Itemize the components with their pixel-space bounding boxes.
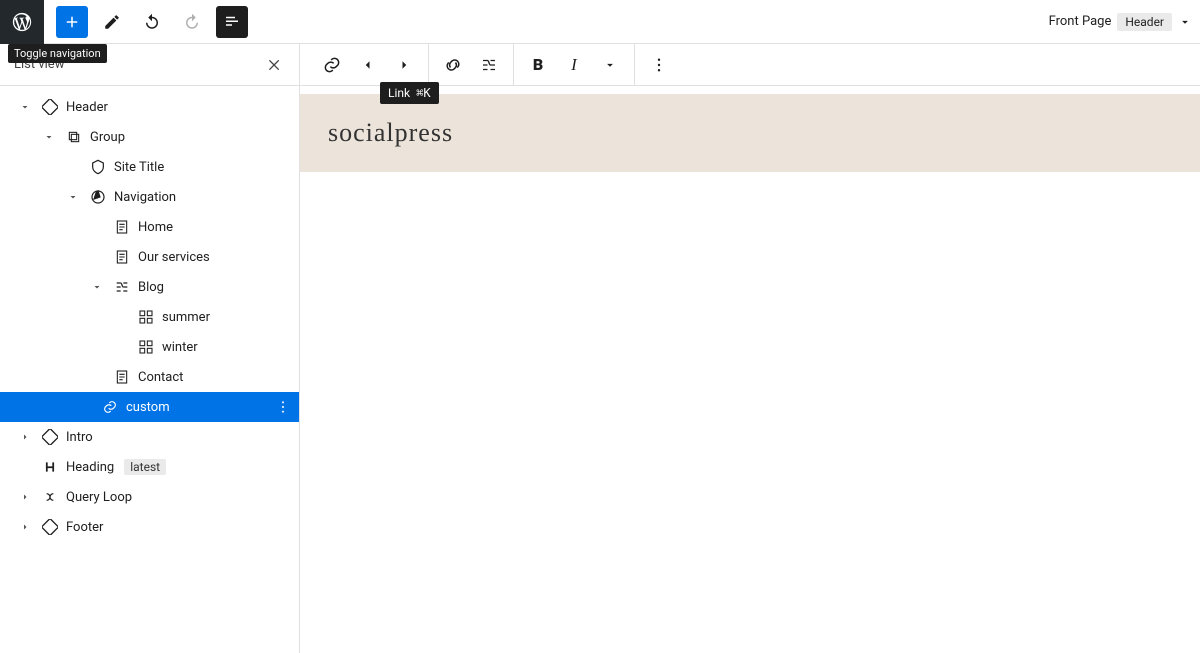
tree-label: Contact [138,370,183,385]
block-move-next-button[interactable] [386,47,422,83]
add-submenu-button[interactable] [471,47,507,83]
site-title-icon [88,159,108,175]
tree-label: Home [138,220,173,235]
category-icon [136,309,156,325]
tree-label: Our services [138,250,210,265]
tree-heading-badge: latest [124,459,166,475]
page-icon [112,249,132,265]
tree-label: Navigation [114,190,176,205]
tree-label: Heading [66,460,114,475]
page-icon [112,219,132,235]
tooltip-toggle-navigation: Toggle navigation [8,44,107,63]
chevron-right-icon [16,431,34,443]
tree-node-options-button[interactable] [275,399,291,415]
edit-tool-button[interactable] [96,6,128,38]
group-icon [64,129,84,145]
chevron-right-icon [16,491,34,503]
chevron-down-icon [64,191,82,203]
tree-node-group[interactable]: Group [0,122,299,152]
tree-label: custom [126,400,170,415]
tree-node-query-loop[interactable]: Query Loop [0,482,299,512]
tree-label: Site Title [114,160,164,175]
tree-label: summer [162,310,210,325]
tooltip-link: Link ⌘K [380,82,439,104]
template-part-icon [40,99,60,115]
site-title-block[interactable]: socialpress [328,118,1172,148]
tree-node-our-services[interactable]: Our services [0,242,299,272]
category-icon [136,339,156,355]
block-options-button[interactable] [641,47,677,83]
tooltip-link-label: Link [388,86,410,100]
close-list-view-button[interactable] [263,53,287,77]
format-bold-button[interactable]: B [520,47,556,83]
tree-label: Header [66,100,108,115]
heading-icon [40,460,60,474]
format-more-button[interactable] [592,47,628,83]
list-view-button[interactable] [216,6,248,38]
format-link-button[interactable] [435,47,471,83]
chevron-down-icon [40,131,58,143]
chevron-down-icon [88,281,106,293]
template-part-icon [40,429,60,445]
tooltip-link-shortcut: ⌘K [416,86,430,100]
tree-node-navigation[interactable]: Navigation [0,182,299,212]
block-type-link-button[interactable] [314,47,350,83]
tree-label: Intro [66,430,93,445]
submenu-icon [112,279,132,295]
custom-link-icon [100,399,120,415]
chevron-down-icon [1178,15,1192,29]
redo-button[interactable] [176,6,208,38]
tree-label: Blog [138,280,164,295]
breadcrumb-part-tag: Header [1117,13,1172,31]
header-template-part[interactable]: socialpress [300,94,1200,172]
breadcrumb-page: Front Page [1049,14,1112,29]
add-block-button[interactable] [56,6,88,38]
tree-node-blog[interactable]: Blog [0,272,299,302]
undo-button[interactable] [136,6,168,38]
tree-label: Footer [66,520,103,535]
tree-node-intro[interactable]: Intro [0,422,299,452]
tree-node-custom-link[interactable]: custom [0,392,299,422]
tree-label: Query Loop [66,490,132,505]
tree-node-footer[interactable]: Footer [0,512,299,542]
tree-node-heading[interactable]: Heading latest [0,452,299,482]
chevron-right-icon [16,521,34,533]
template-part-icon [40,519,60,535]
tree-node-home[interactable]: Home [0,212,299,242]
tree-node-summer[interactable]: summer [0,302,299,332]
page-icon [112,369,132,385]
tree-node-site-title[interactable]: Site Title [0,152,299,182]
tree-label: Group [90,130,125,145]
breadcrumb[interactable]: Front Page Header [1049,13,1192,31]
tree-label: winter [162,340,198,355]
tree-node-header[interactable]: Header [0,92,299,122]
tree-node-winter[interactable]: winter [0,332,299,362]
chevron-down-icon [16,101,34,113]
wordpress-logo[interactable] [0,0,44,44]
navigation-icon [88,189,108,205]
format-italic-button[interactable]: I [556,47,592,83]
query-loop-icon [40,489,60,505]
block-move-prev-button[interactable] [350,47,386,83]
tree-node-contact[interactable]: Contact [0,362,299,392]
